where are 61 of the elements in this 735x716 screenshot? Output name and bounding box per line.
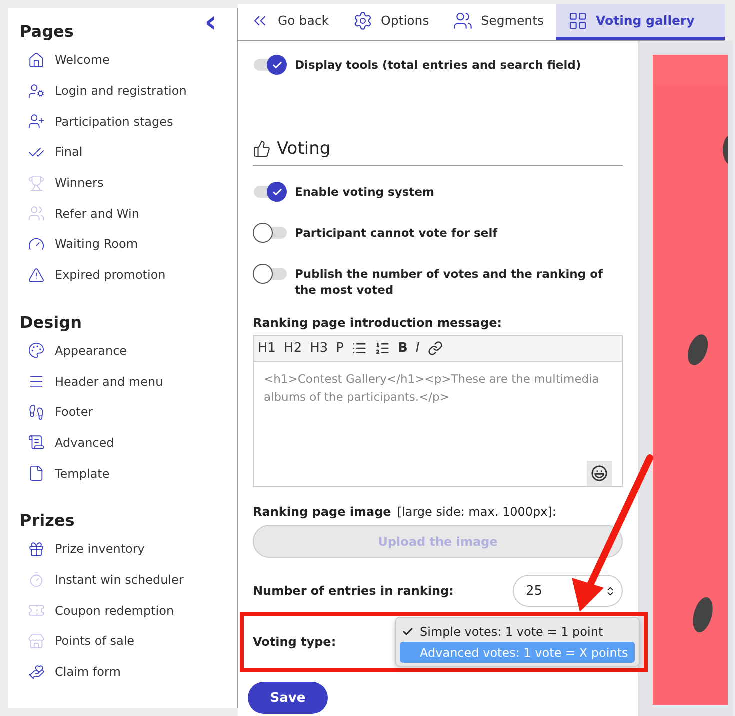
users-icon — [453, 10, 474, 30]
field-label: Ranking page introduction message: — [253, 316, 504, 330]
spinner-icon — [605, 586, 616, 596]
sidebar-item[interactable]: Login and registration — [55, 84, 187, 98]
field-label: Voting type: — [253, 635, 336, 649]
sidebar-item[interactable]: Advanced — [55, 436, 114, 450]
settings-icon — [353, 10, 374, 30]
thumbs-up-icon — [253, 140, 271, 158]
toggle-label: Enable voting system — [295, 184, 435, 200]
collapse-button[interactable]: ‹ — [204, 8, 217, 38]
toggle-switch[interactable] — [253, 264, 287, 284]
link-icon[interactable] — [428, 341, 443, 356]
sidebar-item[interactable]: Coupon redemption — [55, 604, 174, 618]
sidebar-item[interactable]: Template — [55, 466, 110, 481]
section-heading: Voting — [277, 139, 331, 159]
section-title: Design — [20, 312, 82, 332]
section-title: Prizes — [20, 510, 75, 530]
sidebar-item[interactable]: Winners — [55, 176, 104, 190]
sidebar-item[interactable]: Claim form — [55, 665, 121, 680]
format-button[interactable]: H3 — [310, 341, 328, 356]
check-icon — [402, 626, 414, 638]
sidebar-item[interactable]: Welcome — [55, 53, 110, 68]
sidebar-item[interactable]: Participation stages — [55, 114, 174, 129]
sidebar-item[interactable]: Prize inventory — [55, 542, 145, 556]
sidebar-item[interactable]: Final — [55, 145, 83, 160]
emoji-icon — [591, 465, 608, 482]
toggle-label: Publish the number of votes and the ranking of the most voted — [295, 266, 604, 298]
field-label: Number of entries in ranking: — [253, 584, 454, 598]
format-button[interactable]: B — [398, 341, 408, 356]
toggle-label: Participant cannot vote for self — [295, 225, 498, 241]
sidebar-item[interactable]: Header and menu — [55, 374, 164, 389]
tab[interactable]: Segments — [441, 4, 556, 40]
dropdown-option[interactable]: Simple votes: 1 vote = 1 point — [400, 621, 635, 642]
editor-text: <h1>Contest Gallery</h1><p>These are the multimedia albums of the participants.</p> — [263, 371, 600, 406]
bullet-list-icon[interactable] — [352, 341, 367, 356]
toggle-switch[interactable] — [253, 223, 287, 243]
sidebar-item[interactable]: Instant win scheduler — [55, 572, 184, 587]
tab[interactable]: Options — [341, 4, 442, 40]
tab[interactable]: Go back — [238, 4, 342, 40]
numbered-list-icon[interactable] — [374, 341, 390, 356]
toggle-switch[interactable] — [253, 182, 287, 202]
field-label: Ranking page image — [253, 505, 392, 519]
sidebar-item[interactable]: Footer — [55, 405, 94, 420]
sidebar-item[interactable]: Refer and Win — [55, 206, 140, 221]
save-button[interactable]: Save — [248, 682, 328, 714]
format-button[interactable]: P — [336, 341, 344, 356]
sidebar-item[interactable]: Points of sale — [55, 634, 135, 648]
field-hint: [large side: max. 1000px]: — [397, 505, 556, 519]
sidebar-item[interactable]: Waiting Room — [55, 237, 138, 252]
emoji-button[interactable] — [587, 461, 612, 486]
toggle-label: Display tools (total entries and search field) — [295, 57, 582, 73]
format-button[interactable]: H1 — [258, 341, 276, 356]
text-editor[interactable]: H1 H2 H3 P B I <h1>Contest Gallery</h1><p>These are the multimedia albums of the participants.</p> — [253, 335, 623, 487]
toggle-switch[interactable] — [253, 55, 287, 75]
sidebar-item[interactable]: Appearance — [55, 344, 128, 358]
format-button[interactable]: H2 — [284, 341, 302, 356]
grid-icon — [568, 10, 588, 30]
tab[interactable]: Voting gallery — [556, 4, 725, 40]
section-title: Pages — [20, 22, 74, 41]
sidebar-item[interactable]: Expired promotion — [55, 268, 166, 282]
format-button[interactable]: I — [416, 341, 420, 356]
